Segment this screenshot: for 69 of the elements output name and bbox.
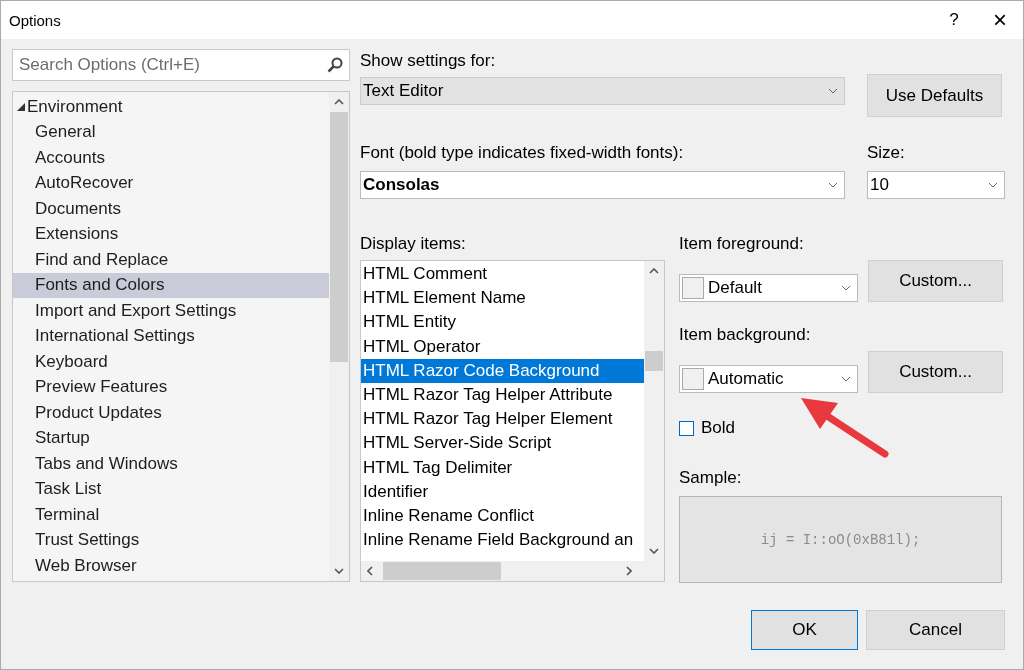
list-item[interactable]: HTML Razor Tag Helper Attribute [361,382,644,408]
scroll-up-icon[interactable] [649,268,659,274]
color-dropdown[interactable]: Automatic [679,365,858,393]
tree-item[interactable]: Extensions [13,221,329,247]
list-item[interactable]: HTML Entity [361,310,644,335]
list-item[interactable]: HTML Server-Side Script [361,431,644,456]
scroll-left-icon[interactable] [367,566,373,576]
size-dropdown[interactable]: 10 [867,171,1005,199]
list-item[interactable]: Inline Rename Field Background an [361,528,644,553]
field-label: Font (bold type indicates fixed-width fonts): [360,143,685,163]
tree-item[interactable]: Import and Export Settings [13,298,329,324]
search-icon [327,57,343,73]
list-item[interactable]: Inline Rename Conflict [361,503,644,529]
scroll-down-icon[interactable] [649,548,659,554]
tree-item[interactable]: Product Updates [13,400,329,426]
scrollbar[interactable] [361,561,664,581]
tree-item[interactable]: Web Browser [13,553,329,579]
tree-item[interactable]: Environment [13,94,329,120]
expand-icon[interactable] [17,102,25,111]
scroll-down-icon[interactable] [334,568,344,574]
field-label: Sample: [679,468,743,488]
tree-item[interactable]: Keyboard [13,349,329,375]
checkbox-label: Bold [701,418,736,438]
sample-text: ij = I::oO(0xB81l); [760,531,921,548]
field-label: Size: [867,143,906,163]
custom-button[interactable]: Custom... [868,351,1003,393]
tree-item[interactable]: Task List [13,476,329,502]
tree-item[interactable]: AutoRecover [13,170,329,196]
scrollbar[interactable] [329,92,349,581]
font-dropdown[interactable]: Consolas [360,171,845,199]
tree-item[interactable]: Documents [13,196,329,222]
tree-item-label: Environment [27,96,123,117]
list-item[interactable]: HTML Razor Code Background [361,358,644,383]
custom-button[interactable]: Custom... [868,260,1003,302]
tree-item[interactable]: Trust Settings [13,527,329,553]
scroll-up-icon[interactable] [334,99,344,105]
field-label: Display items: [360,234,467,254]
list-item[interactable]: HTML Razor Tag Helper Element [361,407,644,432]
scrollbar-thumb[interactable] [330,112,348,362]
tree-item[interactable]: Terminal [13,502,329,528]
scroll-right-icon[interactable] [626,566,632,576]
tree-item[interactable]: Tabs and Windows [13,451,329,477]
tree-item[interactable]: Find and Replace [13,247,329,273]
tree-item[interactable]: Accounts [13,145,329,171]
color-dropdown[interactable]: Default [679,274,858,302]
use-defaults-button[interactable]: Use Defaults [867,74,1002,117]
help-button[interactable]: ? [931,1,977,39]
window-title: Options [9,11,62,29]
list-item[interactable]: HTML Comment [361,262,644,287]
search-field[interactable]: Search Options (Ctrl+E) [12,49,350,81]
bold-checkbox[interactable] [679,420,694,436]
ok-button[interactable]: OK [751,610,858,650]
list-item[interactable]: HTML Tag Delimiter [361,455,644,480]
list-item[interactable]: HTML Element Name [361,286,644,311]
tree-item[interactable]: Preview Features [13,374,329,400]
field-label: Show settings for: [360,51,497,71]
tree-item[interactable]: International Settings [13,323,329,349]
field-label: Item background: [679,325,812,345]
scrollbar-thumb[interactable] [383,562,501,580]
field-label: Item foreground: [679,234,805,254]
list-item[interactable]: Identifier [361,479,644,504]
cancel-button[interactable]: Cancel [866,610,1005,650]
close-button[interactable]: × [977,1,1023,39]
tree-item[interactable]: Fonts and Colors [13,272,329,298]
tree-item[interactable]: General [13,119,329,145]
scrollbar-thumb[interactable] [645,351,663,371]
scrollbar[interactable] [644,261,664,561]
tree-item[interactable]: Startup [13,425,329,451]
list-item[interactable]: HTML Operator [361,334,644,359]
